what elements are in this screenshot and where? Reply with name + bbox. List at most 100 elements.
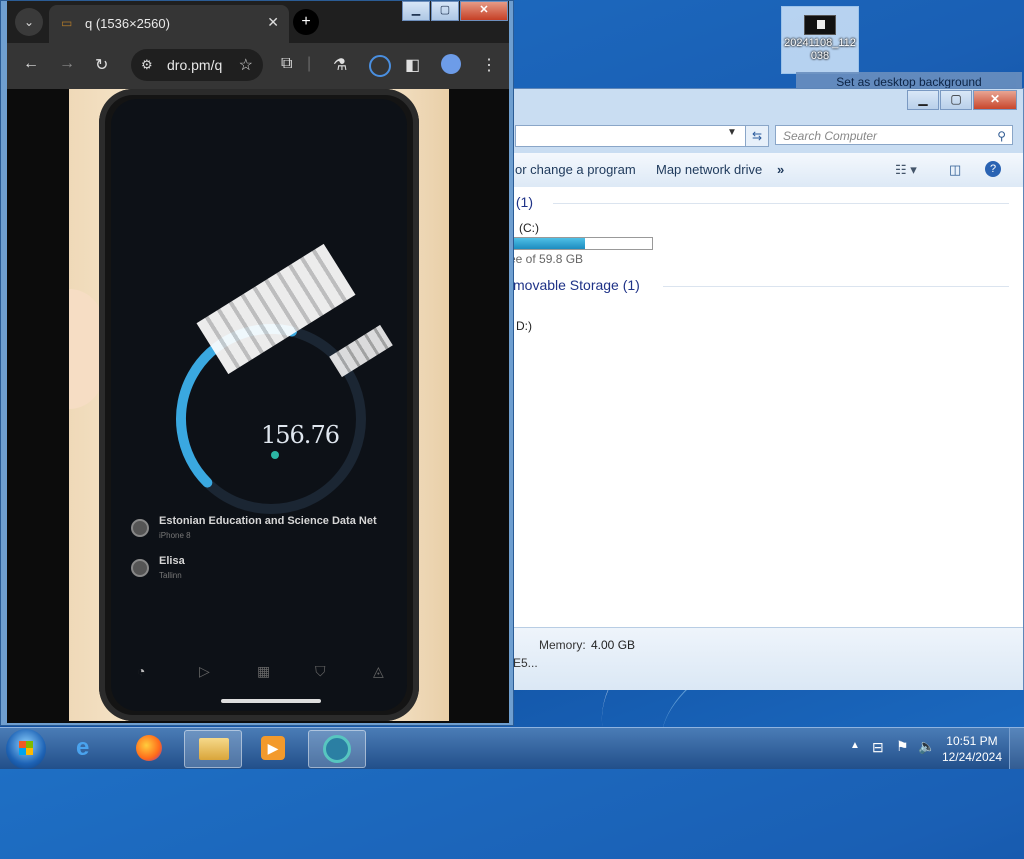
action-center-flag-icon[interactable]: ⚑	[896, 738, 909, 755]
omnibox[interactable]: ⚙ dro.pm/q ☆	[131, 49, 263, 81]
coverage-nav-icon: ▦	[257, 663, 271, 679]
menu-kebab-icon[interactable]: ⋮	[481, 55, 497, 75]
taskbar: e ▶ ▲ ⊟ ⚑ 🔈 10:51 PM 12/24/2024	[0, 727, 1024, 769]
firefox-icon	[136, 735, 162, 761]
maximize-button[interactable]: ▢	[940, 90, 972, 110]
windows-logo-icon-lower	[19, 748, 33, 755]
server-sub-1: iPhone 8	[159, 531, 191, 540]
labs-flask-icon[interactable]: ⚗	[333, 55, 347, 75]
app-icon	[323, 735, 351, 763]
finger	[69, 289, 103, 409]
group-divider	[553, 203, 1009, 204]
chevron-down-icon[interactable]: ▼	[727, 127, 737, 138]
search-icon[interactable]: ⚲	[997, 126, 1006, 146]
address-bar[interactable]	[515, 125, 757, 147]
drive-c-free-text: ee of 59.8 GB	[509, 252, 584, 266]
more-commands-button[interactable]: »	[777, 162, 784, 177]
server-name-2: Elisa	[159, 555, 185, 567]
desktop-file-label-2: 038	[810, 50, 830, 62]
speed-nav-icon: ◔	[137, 663, 146, 679]
search-placeholder: Search Computer	[783, 129, 878, 143]
explorer-caption-buttons: ▁ ▢ ✕	[907, 90, 1017, 110]
chrome-minimize-button[interactable]: ▁	[402, 1, 430, 21]
ping-dot	[271, 451, 279, 459]
home-indicator	[221, 699, 321, 703]
chrome-maximize-button[interactable]: ▢	[431, 1, 459, 21]
extension-clock-icon[interactable]	[369, 55, 391, 77]
clock-date: 12/24/2024	[941, 750, 1002, 764]
tab-title: q (1536×2560)	[85, 16, 170, 31]
server-sub-2: Tallinn	[159, 571, 182, 580]
processor-text: E5...	[513, 656, 538, 670]
taskbar-firefox[interactable]	[122, 730, 178, 766]
drive-c-usage-fill	[502, 238, 585, 249]
profile-avatar-icon[interactable]	[441, 54, 461, 74]
start-button[interactable]	[6, 729, 46, 769]
site-settings-icon[interactable]: ⚙	[141, 57, 153, 73]
view-options-icon[interactable]: ☷ ▾	[895, 162, 917, 178]
taskbar-chrome[interactable]	[308, 730, 366, 768]
uninstall-program-button[interactable]: or change a program	[515, 162, 636, 177]
toolbar-divider: |	[307, 55, 312, 72]
extensions-icon[interactable]: ⧉	[281, 55, 292, 73]
internet-explorer-icon: e	[76, 734, 90, 761]
image-thumbnail-icon	[804, 15, 836, 35]
reload-icon[interactable]: ↻	[95, 55, 108, 75]
map-network-drive-button[interactable]: Map network drive	[656, 162, 762, 177]
show-hidden-icons-icon[interactable]: ▲	[850, 740, 860, 751]
search-input[interactable]: Search Computer ⚲	[775, 125, 1013, 145]
forward-icon[interactable]: →	[59, 55, 75, 73]
network-icon[interactable]: ⊟	[872, 739, 884, 756]
media-player-icon: ▶	[261, 736, 285, 760]
system-tray: ▲ ⊟ ⚑ 🔈 10:51 PM 12/24/2024	[834, 728, 1024, 769]
drive-c-usage-bar	[501, 237, 653, 250]
phone-screen: 156.76 Estonian Education and Science Da…	[111, 99, 407, 711]
chrome-caption-buttons: ▁ ▢ ✕	[402, 1, 508, 21]
settings-nav-icon: ◬	[373, 663, 384, 679]
command-bar: or change a program Map network drive » …	[501, 153, 1023, 188]
tab-image[interactable]: ▭ q (1536×2560) ✕	[49, 5, 289, 43]
minimize-button[interactable]: ▁	[907, 90, 939, 110]
group-removable-storage[interactable]: movable Storage (1)	[513, 277, 640, 293]
video-nav-icon: ▷	[199, 663, 210, 679]
speed-value: 156.76	[261, 421, 340, 449]
phone-body: 156.76 Estonian Education and Science Da…	[99, 89, 419, 721]
taskbar-ie[interactable]: e	[62, 730, 118, 766]
preview-pane-icon[interactable]: ◫	[949, 162, 961, 178]
desktop-file-label-1: 20241108_112	[784, 37, 856, 49]
details-pane: Memory: 4.00 GB E5...	[501, 627, 1023, 690]
provider-icon	[131, 559, 149, 577]
chrome-window: ⌄ ▭ q (1536×2560) ✕ + ▁ ▢ ✕ ← → ↻ ⚙ dro.…	[0, 0, 514, 726]
drive-c-name[interactable]: (C:)	[519, 221, 539, 235]
drive-d-name[interactable]: D:)	[516, 319, 532, 333]
explorer-content: s (1) (C:) ee of 59.8 GB movable Storage…	[501, 187, 1023, 627]
group-divider-2	[663, 286, 1009, 287]
explorer-window: ▁ ▢ ✕ ▼ ⇆ Search Computer ⚲ or change a …	[500, 88, 1024, 690]
memory-value: 4.00 GB	[591, 638, 636, 652]
app-nav-bar: ◔ ▷ ▦ ⛉ ◬	[111, 659, 407, 699]
chrome-toolbar: ← → ↻ ⚙ dro.pm/q ☆ ⧉ | ⚗ ◧ ⋮	[7, 43, 509, 89]
side-panel-icon[interactable]: ◧	[405, 55, 420, 75]
show-desktop-button[interactable]	[1009, 728, 1024, 769]
chrome-close-button[interactable]: ✕	[460, 1, 508, 21]
folder-icon	[199, 738, 229, 760]
folder-icon: ▭	[61, 16, 73, 30]
new-tab-button[interactable]: +	[293, 9, 319, 35]
tab-search-icon[interactable]: ⌄	[15, 8, 43, 36]
help-icon[interactable]: ?	[985, 161, 1001, 177]
refresh-icon[interactable]: ⇆	[745, 125, 769, 147]
desktop-file-icon[interactable]: 20241108_112 038	[781, 6, 859, 74]
phone-photo[interactable]: 156.76 Estonian Education and Science Da…	[69, 89, 449, 721]
vpn-nav-icon: ⛉	[315, 663, 326, 679]
clock-time: 10:51 PM	[946, 734, 998, 748]
close-button[interactable]: ✕	[973, 90, 1017, 110]
taskbar-media-player[interactable]: ▶	[246, 730, 302, 766]
memory-label: Memory:	[539, 638, 586, 652]
clock[interactable]: 10:51 PM 12/24/2024	[942, 733, 1002, 765]
tab-close-icon[interactable]: ✕	[267, 14, 279, 31]
taskbar-explorer[interactable]	[184, 730, 242, 768]
back-icon[interactable]: ←	[23, 55, 39, 73]
bookmark-star-icon[interactable]: ☆	[239, 55, 253, 75]
url-text[interactable]: dro.pm/q	[167, 57, 222, 73]
volume-muted-icon[interactable]: 🔈	[918, 738, 935, 755]
